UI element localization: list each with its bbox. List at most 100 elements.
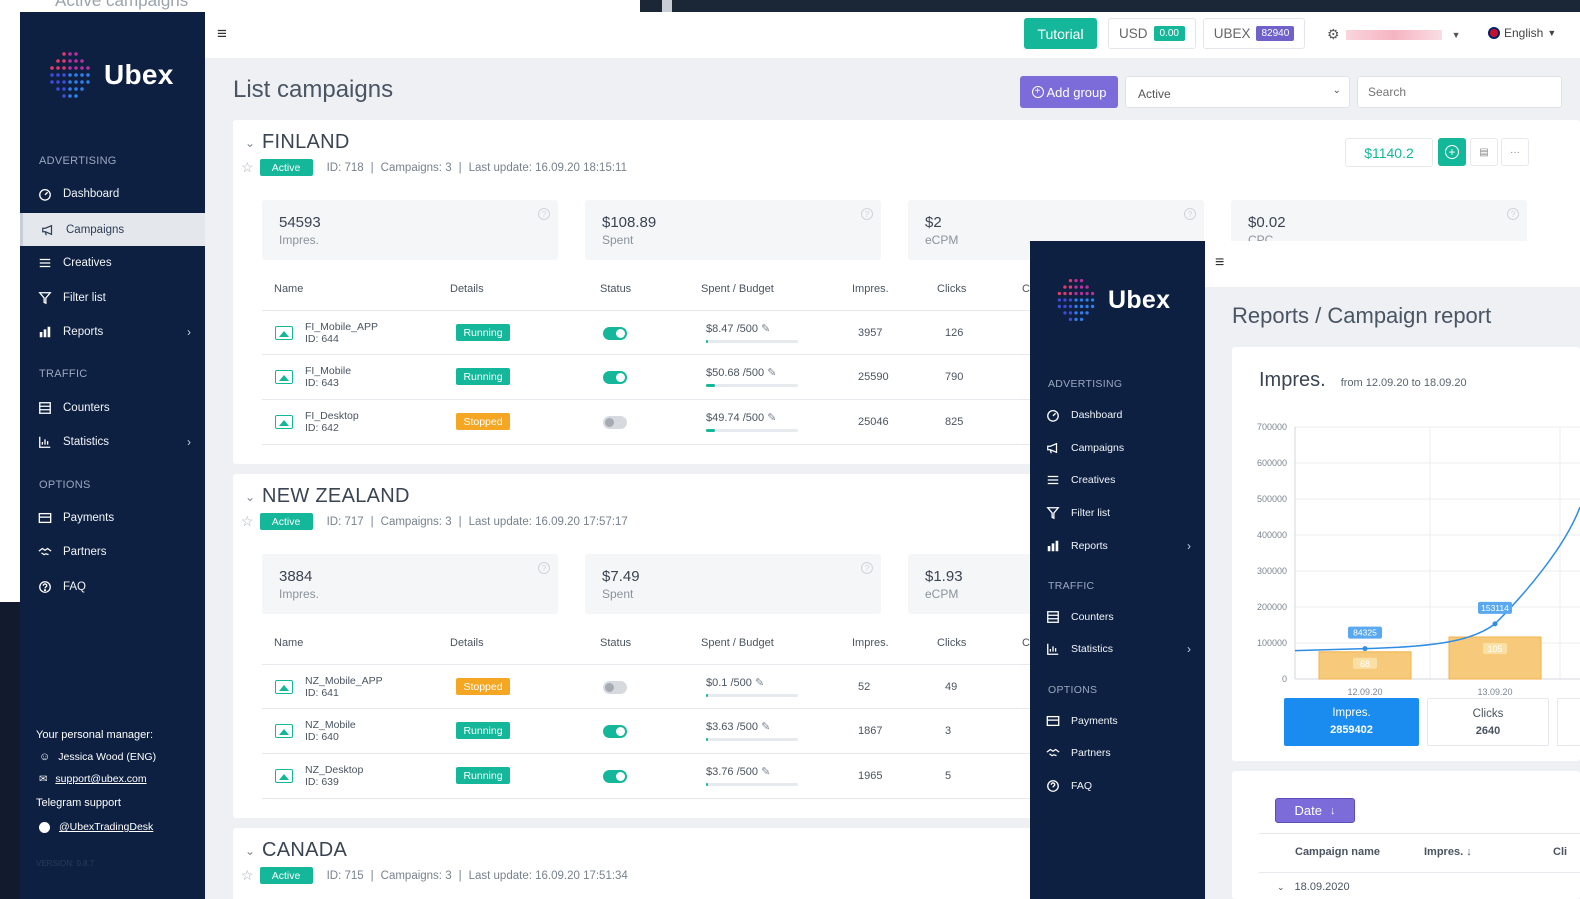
spent-budget: $49.74 /500 ✎ xyxy=(706,412,777,424)
edit-icon[interactable]: ✎ xyxy=(767,367,776,379)
telegram-link[interactable]: @UbexTradingDesk xyxy=(59,821,153,833)
logo[interactable]: Ubex xyxy=(44,46,174,104)
status-toggle[interactable] xyxy=(603,681,627,694)
group-stats-button[interactable]: ▤ xyxy=(1470,138,1498,166)
status-toggle[interactable] xyxy=(603,327,627,340)
status-toggle[interactable] xyxy=(603,416,627,429)
megaphone-icon xyxy=(1047,442,1058,454)
edit-icon[interactable]: ✎ xyxy=(767,412,776,424)
report-chart-card: Impres. from 12.09.20 to 18.09.20 0 10000… xyxy=(1232,347,1580,761)
date-sort-button[interactable]: Date ↓ xyxy=(1275,798,1355,823)
sidebar-item-payments[interactable]: Payments xyxy=(20,506,205,530)
ubex-logo-icon xyxy=(50,52,90,98)
sidebar-item-faq[interactable]: FAQ xyxy=(1030,776,1205,796)
sidebar-item-creatives[interactable]: Creatives xyxy=(1030,470,1205,490)
sidebar-item-reports[interactable]: Reports › xyxy=(1030,536,1205,556)
impres-value: 3957 xyxy=(858,327,883,339)
usd-balance[interactable]: USD 0.00 xyxy=(1108,18,1196,49)
arrow-down-icon: ↓ xyxy=(1329,804,1336,817)
column-header-details: Details xyxy=(450,637,484,649)
table-row[interactable]: NZ_Mobile ID: 640 Running $3.63 /500 ✎ 1867 3 xyxy=(262,709,1042,754)
campaign-name[interactable]: NZ_Desktop xyxy=(305,764,363,776)
status-toggle[interactable] xyxy=(603,371,627,384)
tab-impressions[interactable]: Impres. 2859402 xyxy=(1284,698,1419,746)
star-icon[interactable]: ☆ xyxy=(241,159,254,176)
help-icon[interactable]: ? xyxy=(861,208,873,220)
sidebar-item-counters[interactable]: Counters xyxy=(20,396,205,420)
language-selector[interactable]: English ▼ xyxy=(1488,26,1556,40)
sidebar-item-statistics[interactable]: Statistics › xyxy=(1030,639,1205,659)
campaign-name[interactable]: NZ_Mobile xyxy=(305,719,356,731)
hamburger-icon[interactable]: ≡ xyxy=(1215,254,1224,272)
sidebar-item-statistics[interactable]: Statistics › xyxy=(20,430,205,454)
background-heading: Active campaigns xyxy=(55,0,189,10)
date-row[interactable]: ⌄ 18.09.2020 xyxy=(1277,881,1350,893)
sidebar-item-dashboard[interactable]: Dashboard xyxy=(20,182,205,206)
uk-flag-icon xyxy=(1488,27,1500,39)
tab-clicks[interactable]: Clicks 2640 xyxy=(1427,698,1549,746)
table-row[interactable]: FI_Desktop ID: 642 Stopped $49.74 /500 ✎ 250… xyxy=(262,400,1042,445)
sidebar-item-counters[interactable]: Counters xyxy=(1030,607,1205,627)
collapse-chevron-icon[interactable]: ⌄ xyxy=(245,136,255,150)
sidebar-item-partners[interactable]: Partners xyxy=(1030,743,1205,763)
sidebar-item-filter-list[interactable]: Filter list xyxy=(20,286,205,310)
campaign-name[interactable]: FI_Mobile xyxy=(305,365,351,377)
sidebar-item-faq[interactable]: FAQ xyxy=(20,575,205,599)
tutorial-button[interactable]: Tutorial xyxy=(1024,18,1097,49)
star-icon[interactable]: ☆ xyxy=(241,513,254,530)
edit-icon[interactable]: ✎ xyxy=(755,677,764,689)
chevron-right-icon: › xyxy=(1187,642,1191,656)
budget-progress-bar xyxy=(706,694,798,697)
spent-budget: $0.1 /500 ✎ xyxy=(706,677,765,689)
table-row[interactable]: NZ_Mobile_APP ID: 641 Stopped $0.1 /500 ✎ 52… xyxy=(262,664,1042,709)
group-balance[interactable]: $1140.2 xyxy=(1345,138,1433,167)
column-header-impres[interactable]: Impres. ↓ xyxy=(1424,846,1472,858)
collapse-chevron-icon[interactable]: ⌄ xyxy=(245,490,255,504)
edit-icon[interactable]: ✎ xyxy=(761,323,770,335)
campaign-name[interactable]: FI_Mobile_APP xyxy=(305,321,378,333)
ubex-balance[interactable]: UBEX 82940 xyxy=(1203,18,1305,49)
help-icon[interactable]: ? xyxy=(1184,208,1196,220)
edit-icon[interactable]: ✎ xyxy=(761,766,770,778)
status-filter-select[interactable]: Active ⌄ xyxy=(1125,76,1350,108)
more-options-button[interactable]: ··· xyxy=(1501,138,1529,166)
campaign-name[interactable]: FI_Desktop xyxy=(305,410,359,422)
campaign-name[interactable]: NZ_Mobile_APP xyxy=(305,675,383,687)
hamburger-icon[interactable]: ≡ xyxy=(217,24,227,44)
status-toggle[interactable] xyxy=(603,725,627,738)
add-group-button[interactable]: + Add group xyxy=(1020,76,1118,108)
sidebar-item-campaigns[interactable]: Campaigns xyxy=(1030,438,1205,458)
collapse-chevron-icon[interactable]: ⌄ xyxy=(245,844,255,858)
edit-icon[interactable]: ✎ xyxy=(761,721,770,733)
table-row[interactable]: FI_Mobile_APP ID: 644 Running $8.47 /500 ✎ 3… xyxy=(262,310,1042,355)
help-icon[interactable]: ? xyxy=(1507,208,1519,220)
account-menu[interactable]: ⚙ ▼ xyxy=(1327,26,1460,43)
mail-icon: ✉ xyxy=(39,773,48,785)
help-icon[interactable]: ? xyxy=(538,208,550,220)
y-tick-label: 500000 xyxy=(1257,494,1287,504)
logo[interactable]: Ubex xyxy=(1052,273,1170,327)
sidebar-item-dashboard[interactable]: Dashboard xyxy=(1030,405,1205,425)
star-icon[interactable]: ☆ xyxy=(241,867,254,884)
status-badge: Active xyxy=(259,513,313,530)
sidebar-item-campaigns[interactable]: Campaigns xyxy=(20,213,205,246)
table-row[interactable]: FI_Mobile ID: 643 Running $50.68 /500 ✎ 2559… xyxy=(262,355,1042,400)
status-toggle[interactable] xyxy=(603,770,627,783)
table-row[interactable]: NZ_Desktop ID: 639 Running $3.76 /500 ✎ 1965… xyxy=(262,754,1042,799)
impres-value: 52 xyxy=(858,681,871,693)
sidebar-item-creatives[interactable]: Creatives xyxy=(20,251,205,275)
chevron-down-icon: ▼ xyxy=(1547,28,1557,38)
help-icon[interactable]: ? xyxy=(538,562,550,574)
campaign-id: ID: 640 xyxy=(305,731,339,743)
sidebar-item-payments[interactable]: Payments xyxy=(1030,711,1205,731)
sidebar-item-filter-list[interactable]: Filter list xyxy=(1030,503,1205,523)
sidebar-item-partners[interactable]: Partners xyxy=(20,540,205,564)
search-input[interactable] xyxy=(1357,76,1562,108)
help-icon[interactable]: ? xyxy=(861,562,873,574)
manager-email-link[interactable]: support@ubex.com xyxy=(55,773,146,785)
chevron-right-icon: › xyxy=(187,435,191,449)
add-funds-button[interactable]: + xyxy=(1438,138,1466,166)
sidebar-item-reports[interactable]: Reports › xyxy=(20,320,205,344)
campaign-id: ID: 643 xyxy=(305,377,339,389)
bar-chart-icon xyxy=(39,436,51,448)
